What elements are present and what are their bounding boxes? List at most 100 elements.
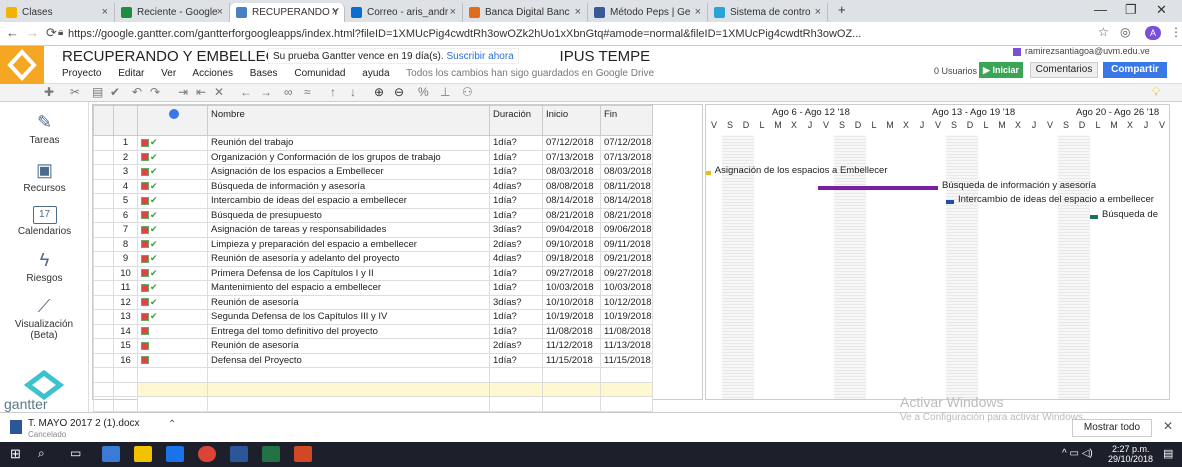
close-icon[interactable]: × xyxy=(102,3,108,22)
subscribe-link[interactable]: Suscribir ahora xyxy=(446,51,513,62)
back-icon[interactable]: ← xyxy=(6,25,19,40)
col-select[interactable] xyxy=(93,105,114,136)
task-name[interactable]: Reunión del trabajo xyxy=(207,135,490,151)
task-view-icon[interactable]: ▭ xyxy=(70,446,88,462)
task-duration[interactable]: 1día? xyxy=(489,352,543,368)
powerpoint-icon[interactable] xyxy=(294,446,312,462)
window-close-icon[interactable]: ✕ xyxy=(1156,2,1167,18)
task-finish[interactable]: 07/12/2018 xyxy=(600,135,653,151)
row-select[interactable] xyxy=(93,294,114,310)
delete-icon[interactable]: ✕ xyxy=(214,85,224,99)
task-duration[interactable]: 2días? xyxy=(489,338,543,354)
table-row[interactable]: 15 Reunión de asesoría 2días? 11/12/2018 11/… xyxy=(93,338,653,354)
file-explorer-icon[interactable] xyxy=(102,446,120,462)
empty-row[interactable] xyxy=(93,367,653,383)
table-row[interactable]: 1 ✔ Reunión del trabajo 1día? 07/12/2018 07/1… xyxy=(93,135,653,151)
empty-row[interactable] xyxy=(93,381,653,397)
menu-ver[interactable]: Ver xyxy=(161,68,176,79)
task-finish[interactable]: 08/03/2018 xyxy=(600,164,653,180)
task-start[interactable]: 10/10/2018 xyxy=(542,294,601,310)
close-icon[interactable]: × xyxy=(332,3,338,22)
lightbulb-icon[interactable]: 💡︎ xyxy=(1152,85,1160,100)
maximize-icon[interactable]: ❐ xyxy=(1125,2,1137,18)
share-button[interactable]: Compartir xyxy=(1103,62,1167,78)
menu-bases[interactable]: Bases xyxy=(250,68,278,79)
task-duration[interactable]: 1día? xyxy=(489,164,543,180)
task-duration[interactable]: 2días? xyxy=(489,236,543,252)
task-name[interactable]: Asignación de tareas y responsabilidades xyxy=(207,222,490,238)
task-start[interactable]: 08/03/2018 xyxy=(542,164,601,180)
task-name[interactable]: Búsqueda de presupuesto xyxy=(207,207,490,223)
copy-icon[interactable]: ▤ xyxy=(92,85,103,99)
task-name[interactable]: Reunión de asesoría xyxy=(207,294,490,310)
add-task-icon[interactable]: ✚ xyxy=(44,85,54,99)
task-start[interactable]: 10/19/2018 xyxy=(542,309,601,325)
tray-icons[interactable]: ^ ▭ ◁) xyxy=(1062,448,1093,459)
task-bar[interactable] xyxy=(946,200,954,205)
zoom-out-icon[interactable]: ⊖ xyxy=(394,85,404,99)
row-select[interactable] xyxy=(93,207,114,223)
clock-time[interactable]: 2:27 p.m. xyxy=(1112,444,1150,454)
start-meeting-button[interactable]: ▶ Iniciar xyxy=(979,62,1023,78)
extension-icon[interactable]: ◎ xyxy=(1120,25,1130,39)
reload-icon[interactable]: ⟳ xyxy=(46,25,57,41)
resource-icon[interactable]: ⚇ xyxy=(462,85,473,99)
task-bar[interactable] xyxy=(706,171,711,176)
row-select[interactable] xyxy=(93,149,114,165)
col-name[interactable]: Nombre xyxy=(207,105,490,136)
table-row[interactable]: 11 ✔ Mantenimiento del espacio a embellece… xyxy=(93,280,653,296)
minimize-icon[interactable]: — xyxy=(1094,2,1107,17)
sidebar-item-recursos[interactable]: ▣ Recursos xyxy=(0,160,89,194)
close-icon[interactable]: × xyxy=(815,3,821,22)
zoom-in-icon[interactable]: ⊕ xyxy=(374,85,384,99)
table-row[interactable]: 6 ✔ Búsqueda de presupuesto 1día? 08/21/2018… xyxy=(93,207,653,223)
table-row[interactable]: 7 ✔ Asignación de tareas y responsabilidad… xyxy=(93,222,653,238)
row-select[interactable] xyxy=(93,265,114,281)
task-start[interactable]: 08/08/2018 xyxy=(542,178,601,194)
task-finish[interactable]: 09/21/2018 xyxy=(600,251,653,267)
empty-row[interactable] xyxy=(93,396,653,412)
task-duration[interactable]: 1día? xyxy=(489,135,543,151)
task-name[interactable]: Limpieza y preparación del espacio a emb… xyxy=(207,236,490,252)
menu-ayuda[interactable]: ayuda xyxy=(362,68,389,79)
task-duration[interactable]: 1día? xyxy=(489,280,543,296)
row-select[interactable] xyxy=(93,135,114,151)
task-name[interactable]: Reunión de asesoría y adelanto del proye… xyxy=(207,251,490,267)
chrome-icon[interactable] xyxy=(198,446,216,462)
move-right-icon[interactable]: → xyxy=(260,85,272,99)
task-duration[interactable]: 1día? xyxy=(489,323,543,339)
task-start[interactable]: 09/10/2018 xyxy=(542,236,601,252)
menu-proyecto[interactable]: Proyecto xyxy=(62,68,101,79)
table-row[interactable]: 2 ✔ Organización y Conformación de los gru… xyxy=(93,149,653,165)
move-up-icon[interactable]: ↑ xyxy=(330,85,336,99)
task-finish[interactable]: 11/13/2018 xyxy=(600,338,653,354)
row-select[interactable] xyxy=(93,193,114,209)
task-finish[interactable]: 08/14/2018 xyxy=(600,193,653,209)
row-select[interactable] xyxy=(93,251,114,267)
undo-icon[interactable]: ↶ xyxy=(132,85,142,99)
task-bar[interactable] xyxy=(818,185,938,190)
move-left-icon[interactable]: ← xyxy=(240,85,252,99)
tab-banca[interactable]: Banca Digital Banc × xyxy=(463,3,588,22)
task-name[interactable]: Intercambio de ideas del espacio a embel… xyxy=(207,193,490,209)
task-name[interactable]: Asignación de los espacios a Embellecer xyxy=(207,164,490,180)
task-finish[interactable]: 08/21/2018 xyxy=(600,207,653,223)
notifications-icon[interactable]: ▤ xyxy=(1163,447,1173,460)
tab-recuperando[interactable]: RECUPERANDO Y × xyxy=(230,3,345,22)
sidebar-item-visualizacion[interactable]: ⟋ Visualización (Beta) xyxy=(4,296,84,341)
table-row[interactable]: 3 ✔ Asignación de los espacios a Embellece… xyxy=(93,164,653,180)
paste-icon[interactable]: ✔ xyxy=(110,85,120,99)
outdent-icon[interactable]: ⇤ xyxy=(196,85,206,99)
table-row[interactable]: 14 Entrega del tomo definitivo del proyec… xyxy=(93,323,653,339)
row-select[interactable] xyxy=(93,323,114,339)
tab-correo[interactable]: Correo - aris_andr × xyxy=(345,3,463,22)
task-start[interactable]: 07/13/2018 xyxy=(542,149,601,165)
col-duration[interactable]: Duración xyxy=(489,105,543,136)
task-name[interactable]: Primera Defensa de los Capítulos I y II xyxy=(207,265,490,281)
more-icon[interactable]: ⋮ xyxy=(1170,25,1182,39)
task-start[interactable]: 11/12/2018 xyxy=(542,338,601,354)
row-select[interactable] xyxy=(93,236,114,252)
gantt-chart[interactable]: Ago 6 - Ago 12 '18 Ago 13 - Ago 19 '18 A… xyxy=(705,104,1170,400)
task-finish[interactable]: 09/27/2018 xyxy=(600,265,653,281)
task-duration[interactable]: 3días? xyxy=(489,222,543,238)
